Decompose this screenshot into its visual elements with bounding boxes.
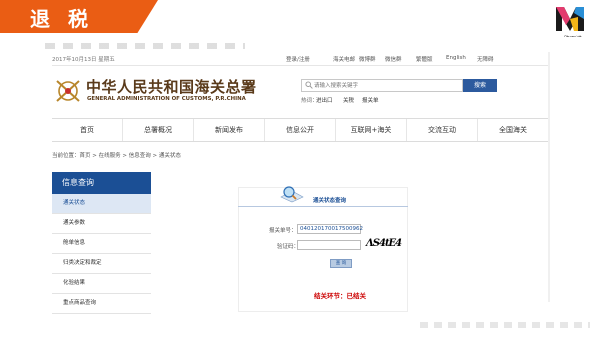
nav-national-customs[interactable]: 全国海关 <box>478 119 548 141</box>
nav-home[interactable]: 首页 <box>52 119 123 141</box>
sidebar-item-key-goods[interactable]: 重点商品查询 <box>52 294 151 314</box>
magnifier-book-icon <box>280 186 304 203</box>
captcha-code: ΛS4tE4 <box>366 238 402 249</box>
hot-word-declaration[interactable]: 报关单 <box>362 96 379 104</box>
traditional-chinese-link[interactable]: 繁體版 <box>416 55 433 63</box>
accessibility-link[interactable]: 无障碍 <box>477 55 494 63</box>
page-edge <box>548 52 550 302</box>
status-value: 已结关 <box>346 292 367 300</box>
site-subtitle: GENERAL ADMINISTRATION OF CUSTOMS, P.R.C… <box>87 96 246 102</box>
nav-news[interactable]: 新闻发布 <box>194 119 265 141</box>
nav-overview[interactable]: 总署概况 <box>123 119 194 141</box>
english-link[interactable]: English <box>446 55 466 61</box>
nav-disclosure[interactable]: 信息公开 <box>265 119 336 141</box>
query-title-underline <box>238 206 408 207</box>
clearance-status-result: 结关环节：已结关 <box>314 290 366 300</box>
customs-email-link[interactable]: 海关电邮 <box>333 55 355 63</box>
sidebar-item-classification[interactable]: 归类决定和裁定 <box>52 254 151 274</box>
blurred-header-strip <box>45 43 245 49</box>
sidebar-item-lab-results[interactable]: 化验结果 <box>52 274 151 294</box>
site-title: 中华人民共和国海关总署 <box>86 78 257 96</box>
search-icon <box>305 81 313 89</box>
brand-logo <box>556 7 584 31</box>
captcha-input[interactable] <box>297 240 361 250</box>
query-button[interactable]: 查 询 <box>330 259 352 268</box>
hot-word-tariff[interactable]: 关税 <box>343 96 354 104</box>
declaration-number-label: 报关单号： <box>269 228 297 234</box>
captcha-label: 验证码： <box>277 244 300 250</box>
blurred-footer-strip <box>420 322 590 328</box>
declaration-number-input[interactable]: 040120170017500962 <box>297 224 363 234</box>
login-register-link[interactable]: 登录/注册 <box>286 55 310 63</box>
query-title: 通关状态查询 <box>313 198 347 204</box>
nav-interaction[interactable]: 交流互动 <box>407 119 478 141</box>
main-nav: 首页 总署概况 新闻发布 信息公开 互联网+海关 交流互动 全国海关 <box>52 118 548 142</box>
status-label: 结关环节： <box>314 292 347 300</box>
weibo-link[interactable]: 微博群 <box>359 55 376 63</box>
hot-word-import-export[interactable]: 进出口 <box>316 96 333 104</box>
sidebar-item-clearance-status[interactable]: 通关状态 <box>52 194 151 214</box>
sidebar-item-clearance-params[interactable]: 通关参数 <box>52 214 151 234</box>
wechat-link[interactable]: 微信群 <box>385 55 402 63</box>
sidebar-item-manifest[interactable]: 舱单信息 <box>52 234 151 254</box>
sidebar-title: 信息查询 <box>52 172 151 194</box>
current-date: 2017年10月13日 星期五 <box>52 57 115 63</box>
slide-title: 退税 <box>30 7 106 31</box>
search-input[interactable] <box>314 80 461 91</box>
topbar-divider <box>52 65 548 66</box>
customs-emblem-icon <box>56 80 80 102</box>
nav-internet-customs[interactable]: 互联网+海关 <box>336 119 407 141</box>
search-button[interactable]: 搜索 <box>463 79 497 92</box>
breadcrumb: 当前位置：首页 > 在线服务 > 信息查询 > 通关状态 <box>52 153 181 159</box>
sidebar-menu: 通关状态 通关参数 舱单信息 归类决定和裁定 化验结果 重点商品查询 <box>52 194 151 314</box>
